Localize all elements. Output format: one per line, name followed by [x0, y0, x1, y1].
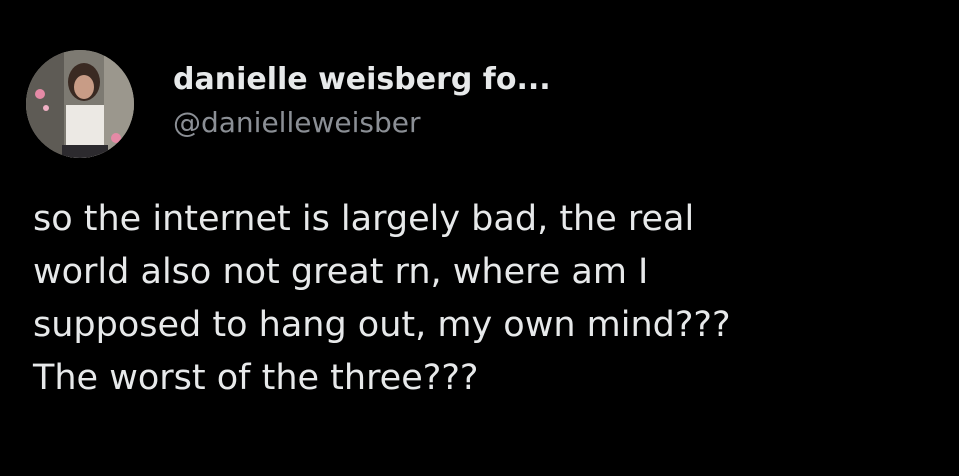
avatar[interactable] [26, 50, 134, 158]
tweet-text-line: so the internet is largely bad, the real [33, 199, 695, 239]
profile-photo-icon [26, 50, 134, 158]
tweet-text-line: world also not great rn, where am I [33, 252, 649, 292]
tweet-card: danielle weisberg fo... @danielleweisber… [0, 0, 959, 476]
author-info: danielle weisberg fo... @danielleweisber [173, 62, 551, 140]
tweet-text-line: supposed to hang out, my own mind??? [33, 305, 731, 345]
tweet-text-line: The worst of the three??? [33, 358, 479, 398]
display-name[interactable]: danielle weisberg fo... [173, 62, 551, 98]
tweet-text: so the internet is largely bad, the real… [33, 193, 943, 405]
user-handle[interactable]: @danielleweisber [173, 106, 551, 140]
